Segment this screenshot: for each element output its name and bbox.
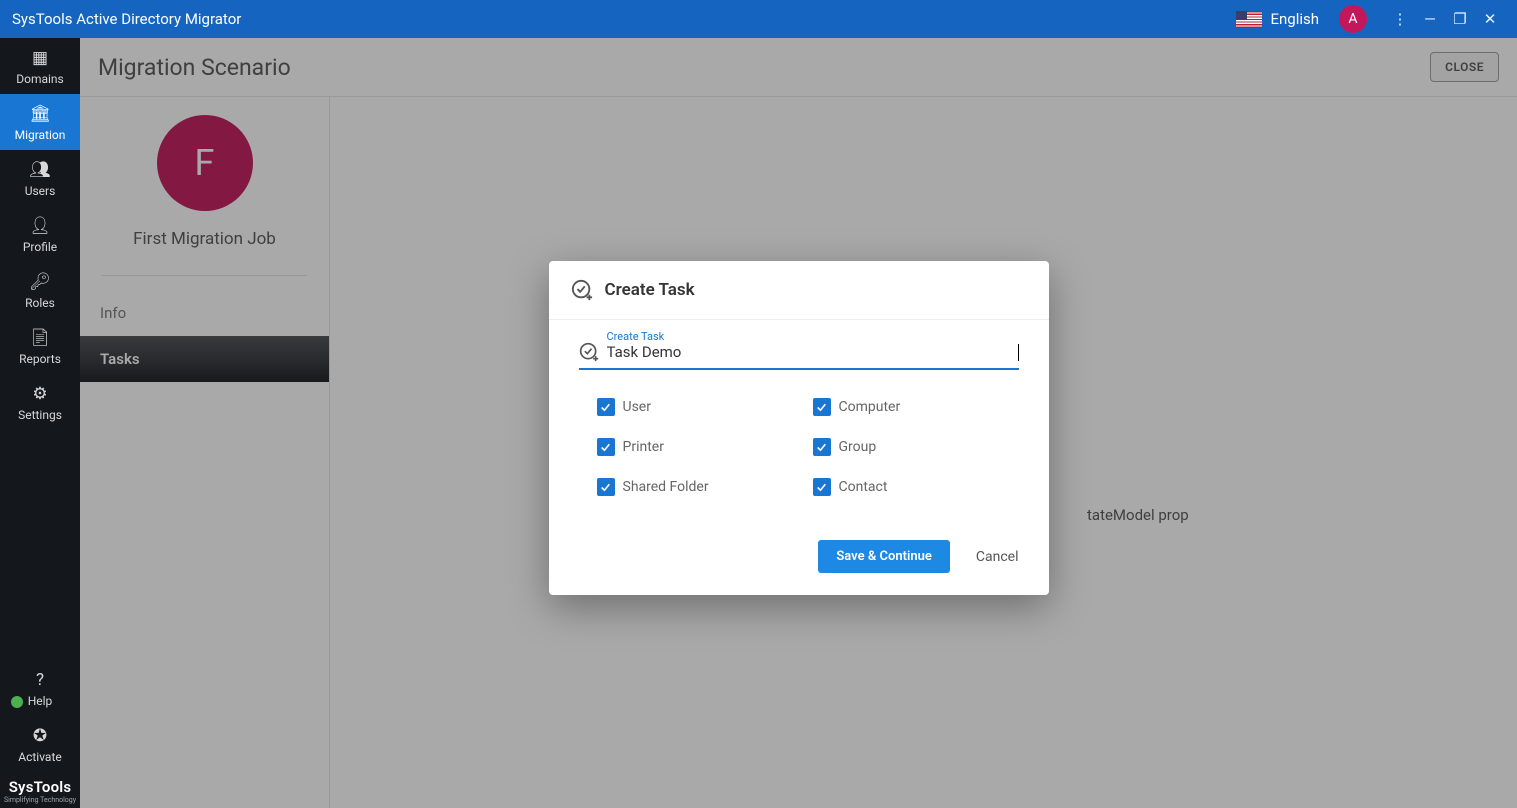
titlebar: SysTools Active Directory Migrator Engli… — [0, 0, 1517, 38]
checkbox-icon — [597, 398, 615, 416]
task-check-icon — [571, 279, 593, 301]
modal-header: Create Task — [549, 261, 1049, 320]
option-shared-folder[interactable]: Shared Folder — [597, 478, 803, 496]
users-icon: 👥︎ — [29, 160, 51, 180]
checkbox-icon — [597, 478, 615, 496]
task-name-input[interactable] — [607, 343, 1013, 361]
checkbox-icon — [813, 398, 831, 416]
option-user[interactable]: User — [597, 398, 803, 416]
main-area: Migration Scenario CLOSE F First Migrati… — [80, 38, 1517, 808]
profile-icon: 👤︎ — [29, 216, 51, 236]
gear-icon: ⚙ — [32, 384, 47, 404]
reports-icon: 📄︎ — [29, 328, 51, 348]
task-options: User Computer Printer Group Shared Folde… — [579, 398, 1019, 496]
activate-icon: ✪ — [33, 726, 47, 746]
user-avatar[interactable]: A — [1339, 5, 1367, 33]
save-continue-button[interactable]: Save & Continue — [818, 540, 950, 573]
sidebar-item-reports[interactable]: 📄︎Reports — [0, 318, 80, 374]
option-contact[interactable]: Contact — [813, 478, 1019, 496]
sidebar-item-settings[interactable]: ⚙Settings — [0, 374, 80, 430]
field-label: Create Task — [607, 330, 665, 343]
help-icon: ? — [36, 670, 44, 690]
sidebar-item-migration[interactable]: 🏛︎Migration — [0, 94, 80, 150]
more-icon[interactable]: ⋮ — [1385, 10, 1415, 28]
option-group[interactable]: Group — [813, 438, 1019, 456]
sidebar: ▦Domains 🏛︎Migration 👥︎Users 👤︎Profile 🔑… — [0, 38, 80, 808]
maximize-icon[interactable]: ❐ — [1445, 10, 1475, 28]
roles-icon: 🔑︎ — [29, 272, 51, 292]
domains-icon: ▦ — [32, 48, 48, 68]
sidebar-item-activate[interactable]: ✪Activate — [0, 716, 80, 772]
create-task-modal: Create Task Create Task User Computer Pr… — [549, 261, 1049, 595]
option-printer[interactable]: Printer — [597, 438, 803, 456]
cancel-button[interactable]: Cancel — [976, 549, 1019, 565]
brand-logo: SysToolsSimplifying Technology — [0, 772, 80, 808]
close-icon[interactable]: ✕ — [1475, 10, 1505, 28]
language-selector[interactable]: English — [1270, 10, 1319, 28]
migration-icon: 🏛︎ — [29, 104, 51, 124]
sidebar-item-domains[interactable]: ▦Domains — [0, 38, 80, 94]
sidebar-item-profile[interactable]: 👤︎Profile — [0, 206, 80, 262]
option-computer[interactable]: Computer — [813, 398, 1019, 416]
modal-title: Create Task — [605, 280, 695, 300]
checkbox-icon — [597, 438, 615, 456]
status-dot-icon — [10, 695, 24, 709]
sidebar-item-users[interactable]: 👥︎Users — [0, 150, 80, 206]
modal-overlay: Create Task Create Task User Computer Pr… — [80, 38, 1517, 808]
minimize-icon[interactable]: — — [1415, 10, 1445, 28]
checkbox-icon — [813, 478, 831, 496]
sidebar-item-roles[interactable]: 🔑︎Roles — [0, 262, 80, 318]
modal-footer: Save & Continue Cancel — [549, 540, 1049, 595]
checkbox-icon — [813, 438, 831, 456]
app-title: SysTools Active Directory Migrator — [12, 10, 241, 28]
task-name-field: Create Task — [579, 342, 1019, 370]
task-check-icon — [579, 342, 599, 362]
flag-icon — [1236, 11, 1262, 28]
